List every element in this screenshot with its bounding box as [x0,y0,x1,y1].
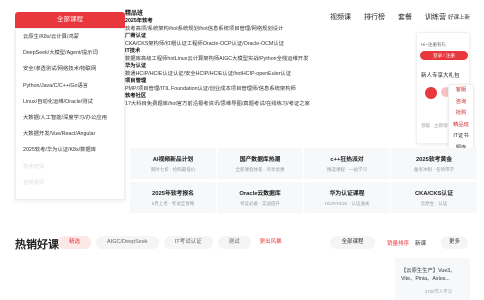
promo-card[interactable]: c++狂热派对 精选课程 · 一站学习 [304,148,390,179]
mega-section-title: 厂商认证 [125,33,147,39]
promo-card-title: 2025软考黄金 [415,157,453,163]
hot-card-title: 【云原生生产】Vue3、Vite、Pinia、Axios... [401,268,456,282]
nav-item-video[interactable]: 视频课 [330,12,351,22]
side-tool-item[interactable]: 抢购 [449,108,473,120]
promo-card[interactable]: 华为认证课程 HCIP/HCIE · 认证通关 [304,182,390,213]
promo-card[interactable]: CKA/CKS认证 云原生 · 认证 [391,182,477,213]
more-button[interactable]: 更多 [441,236,468,249]
promo-card[interactable]: Oracle云数据库 考证必备 · 实战提升 [217,182,303,213]
mega-link-row[interactable]: PMP/项目管理/ITIL Foundation认证/创业成本项目管理师/信息系… [125,86,310,94]
promo-card-subtitle: 限时七折 · 抢购最低价 [150,167,196,172]
side-tool-item[interactable]: 精品班 [449,120,473,132]
side-tool-item[interactable]: 咨询 [449,97,473,109]
promo-card-title: Oracle云数据库 [239,191,281,197]
gift-title: 新人专享大礼包 [421,73,460,79]
promo-card-subtitle: 全新课程体系 · 尽享优惠 [235,167,285,172]
tab-testing[interactable]: 测试 [217,236,251,249]
category-item[interactable]: 在线测评 [16,175,124,191]
side-tool-item[interactable]: 客服 [449,85,473,97]
mega-link-row[interactable]: CKA/CKS架构师/红帽认证工程师Oracle-OCP认证/Oracle-OC… [125,41,310,49]
login-button[interactable]: 登录 / 注册 [420,51,468,60]
hot-courses-title: 热销好课 [15,239,59,251]
promo-card-subtitle: 云原生 · 认证 [420,201,448,206]
mega-section-title: 项目管理 [125,78,147,84]
mega-section-title: IT技术 [125,48,141,54]
category-item[interactable]: 技术培训 [16,159,124,175]
promo-card-title: 华为认证课程 [329,191,365,197]
nav-item-rank[interactable]: 排行榜 [364,12,385,22]
category-item[interactable]: DeepSeek/大模型/Agent/提示词 [16,45,124,61]
nav-menu: 视频课 排行榜 套餐 训练营 [330,12,459,22]
right-filter-tabs: 全部课程 销量排序 新课 更多 [330,236,470,250]
mega-link-row[interactable]: 数通HCIP/HCIE认证认证/安全HCIP/HCIE认证/hotHCIP-op… [125,71,310,79]
mega-link-row[interactable]: 17大科目免费题库/hot官方前沿报考资讯/思维导图/真题考试/在线练习/考证之… [125,101,310,109]
promo-card[interactable]: 2025软考黄金 备考冲刺 · 名师带学 [391,148,477,179]
mega-section-title: 软考社区 [125,93,147,99]
promo-card-subtitle: 考证必备 · 实战提升 [240,201,280,206]
category-item[interactable]: 2025软考/华为认证/K8s/数据库 [16,142,124,158]
all-courses-button[interactable]: 全部课程 [330,236,375,249]
nav-new-courses[interactable]: 好课上新 [448,13,470,21]
side-tool-item[interactable]: IT证书 [449,131,473,143]
promo-card-title: 2025年软考报名 [152,191,194,197]
promo-card-title: 国产数据库热潮 [239,157,281,163]
tab-aigc[interactable]: AIGC/DeepSeek [96,236,159,249]
promo-card-subtitle: 备考冲刺 · 名师带学 [414,167,454,172]
mega-dropdown: 精品班 2025年软考软考高项/系统架构/hot系统规划/hot信息系统项目管理… [125,10,310,122]
mega-link-row[interactable]: 数据库高级工程师hotLinux云计算架构师AIGC大模型实战/Python全栈… [125,56,310,64]
promo-card-title: CKA/CKS认证 [414,191,453,197]
gift-icon [425,87,437,99]
nav-item-camp[interactable]: 训练营 [425,12,446,22]
all-courses-header[interactable]: 全部课程 [15,12,125,28]
category-item[interactable]: 云原生/K8s/云计算/鸿蒙 [16,29,124,45]
category-item[interactable]: Linux/自动化运维/Oracle/测试 [16,94,124,110]
promo-card-title: c++狂热派对 [330,157,364,163]
promo-card[interactable]: AI视频新品计划 限时七折 · 抢购最低价 [130,148,216,179]
greeting-text: Hi~注册有礼 [421,42,446,47]
hot-course-card[interactable]: 【云原生生产】Vue3、Vite、Pinia、Axios... 2720节人学习 [395,258,470,300]
promo-card-subtitle: 5月上考 · 考试全攻略 [151,201,195,206]
promo-card[interactable]: 2025年软考报名 5月上考 · 考试全攻略 [130,182,216,213]
tab-featured[interactable]: 精选 [58,236,92,249]
category-item[interactable]: 大数据开发/Vue/React/Angular [16,126,124,142]
new-courses-link[interactable]: 新课 [415,239,426,247]
side-toolbar: 客服咨询抢购精品班IT证书题库 [448,84,474,154]
category-item[interactable]: 安全/渗透测试/网络技术/物联网 [16,61,124,77]
hot-card-sub: 2720节人学习 [425,289,452,294]
promo-card[interactable]: 国产数据库热潮 全新课程体系 · 尽享优惠 [217,148,303,179]
category-item[interactable]: 大数据/人工智能/深度学习/办公应用 [16,110,124,126]
mega-title: 精品班 [125,11,144,17]
nav-item-package[interactable]: 套餐 [398,12,412,22]
category-item[interactable]: Python/Java/C/C++/Go语言 [16,78,124,94]
tab-it-cert[interactable]: IT考试认证 [163,236,213,249]
mega-section-title: 2025年软考 [125,18,153,24]
promo-card-subtitle: HCIP/HCIE · 认证通关 [324,201,370,206]
hot-red-link[interactable]: 更出风暴 [256,236,286,249]
mega-section-title: 华为认证 [125,63,147,69]
sort-sales-link[interactable]: 销量排序 [387,239,409,247]
category-panel: 云原生/K8s/云计算/鸿蒙 DeepSeek/大模型/Agent/提示词 安全… [15,28,125,200]
promo-card-title: AI视频新品计划 [152,157,194,163]
promo-card-subtitle: 精选课程 · 一站学习 [327,167,367,172]
hot-tabs: 精选 AIGC/DeepSeek IT考试认证 测试 更出风暴 [58,236,291,249]
mega-link-row[interactable]: 软考高项/系统架构/hot系统规划/hot信息系统项目管理/网络规划设计 [125,26,310,34]
